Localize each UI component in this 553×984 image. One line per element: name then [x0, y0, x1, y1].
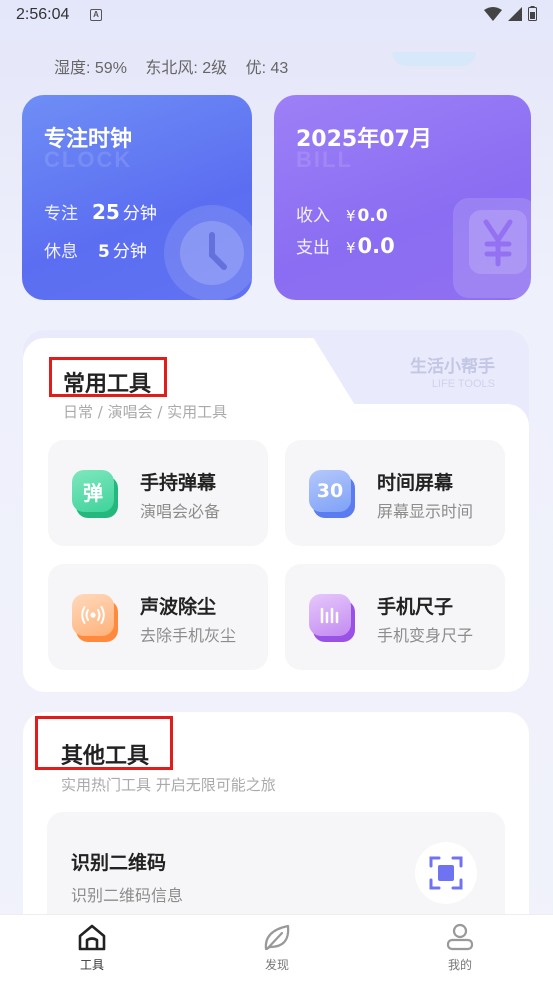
focus-label: 专注	[44, 204, 78, 224]
ruler-icon	[309, 594, 355, 642]
user-icon	[446, 923, 474, 951]
other-tools-highlight	[35, 716, 173, 770]
income-currency: ¥	[346, 207, 356, 225]
rest-unit: 分钟	[112, 242, 147, 262]
tool-name: 声波除尘	[140, 596, 217, 618]
tool-sound-dust[interactable]: 声波除尘 去除手机灰尘	[48, 564, 268, 670]
helper-title: 生活小帮手	[410, 357, 495, 377]
wifi-icon	[484, 6, 502, 21]
tool-desc: 识别二维码信息	[71, 886, 184, 905]
other-tools-subtitle: 实用热门工具 开启无限可能之旅	[61, 776, 276, 794]
leaf-icon	[264, 924, 290, 951]
signal-icon	[508, 6, 522, 21]
app-screen: 2:56:04 A 湿度: 59% 东北风: 2级 优: 43 专注时钟 CLO…	[0, 0, 553, 984]
sound-wave-icon	[72, 594, 118, 642]
income-row: 收入 ¥ 0.0	[296, 201, 388, 226]
clock-icon	[164, 205, 252, 300]
tool-name: 手机尺子	[377, 596, 454, 618]
income-value: 0.0	[357, 206, 388, 226]
humidity-text: 湿度: 59%	[54, 60, 127, 77]
expense-label: 支出	[296, 238, 330, 258]
nav-item-tools[interactable]: 工具	[52, 923, 132, 973]
rest-row: 休息 5 分钟	[44, 237, 147, 262]
rest-value: 5	[98, 242, 110, 262]
income-label: 收入	[296, 206, 330, 226]
status-icons	[484, 6, 537, 21]
bottom-nav: 工具 发现 我的	[0, 914, 553, 984]
clock-watermark: CLOCK	[44, 147, 133, 172]
air-quality-text: 优: 43	[245, 60, 289, 77]
bill-card[interactable]: 2025年07月 BILL 收入 ¥ 0.0 支出 ¥ 0.0	[274, 95, 531, 300]
expense-row: 支出 ¥ 0.0	[296, 233, 395, 258]
tool-desc: 去除手机灰尘	[140, 626, 237, 645]
yen-icon	[453, 198, 531, 298]
tool-desc: 手机变身尺子	[377, 626, 474, 645]
tool-danmu[interactable]: 弹 手持弹幕 演唱会必备	[48, 440, 268, 546]
focus-row: 专注 25 分钟	[44, 199, 157, 224]
weather-info: 湿度: 59% 东北风: 2级 优: 43	[54, 54, 302, 78]
tool-desc: 屏幕显示时间	[377, 502, 474, 521]
notification-icon: A	[90, 9, 102, 21]
wind-text: 东北风: 2级	[145, 60, 228, 77]
nav-item-mine[interactable]: 我的	[420, 923, 500, 973]
tool-name: 识别二维码	[71, 852, 167, 874]
expense-value: 0.0	[357, 234, 395, 258]
common-tools-highlight	[49, 357, 167, 397]
focus-clock-card[interactable]: 专注时钟 CLOCK 专注 25 分钟 休息 5 分钟	[22, 95, 252, 300]
calendar-30-icon: 30	[309, 470, 355, 518]
helper-subtitle: LIFE TOOLS	[431, 378, 495, 390]
nav-label: 发现	[264, 958, 289, 972]
tool-time-screen[interactable]: 30 时间屏幕 屏幕显示时间	[285, 440, 505, 546]
focus-unit: 分钟	[122, 204, 157, 224]
bill-watermark: BILL	[296, 147, 353, 172]
rest-label: 休息	[44, 242, 78, 262]
status-bar: 2:56:04 A	[0, 0, 553, 32]
nav-label: 工具	[79, 958, 104, 972]
qr-scan-icon	[415, 842, 477, 904]
home-icon	[78, 924, 106, 951]
expense-currency: ¥	[346, 239, 356, 257]
tool-name: 手持弹幕	[140, 472, 217, 494]
common-tools-subtitle: 日常 / 演唱会 / 实用工具	[63, 403, 228, 421]
common-tools-panel: 生活小帮手 LIFE TOOLS 常用工具 日常 / 演唱会 / 实用工具 弹 …	[23, 330, 529, 692]
nav-label: 我的	[447, 958, 472, 972]
status-time: 2:56:04	[16, 6, 70, 23]
nav-item-discover[interactable]: 发现	[237, 923, 317, 973]
focus-value: 25	[92, 200, 120, 224]
tool-desc: 演唱会必备	[140, 502, 221, 521]
tool-name: 时间屏幕	[377, 472, 454, 494]
battery-icon	[528, 6, 537, 21]
weather-decoration	[392, 52, 476, 66]
tool-ruler[interactable]: 手机尺子 手机变身尺子	[285, 564, 505, 670]
danmu-icon: 弹	[72, 470, 118, 518]
